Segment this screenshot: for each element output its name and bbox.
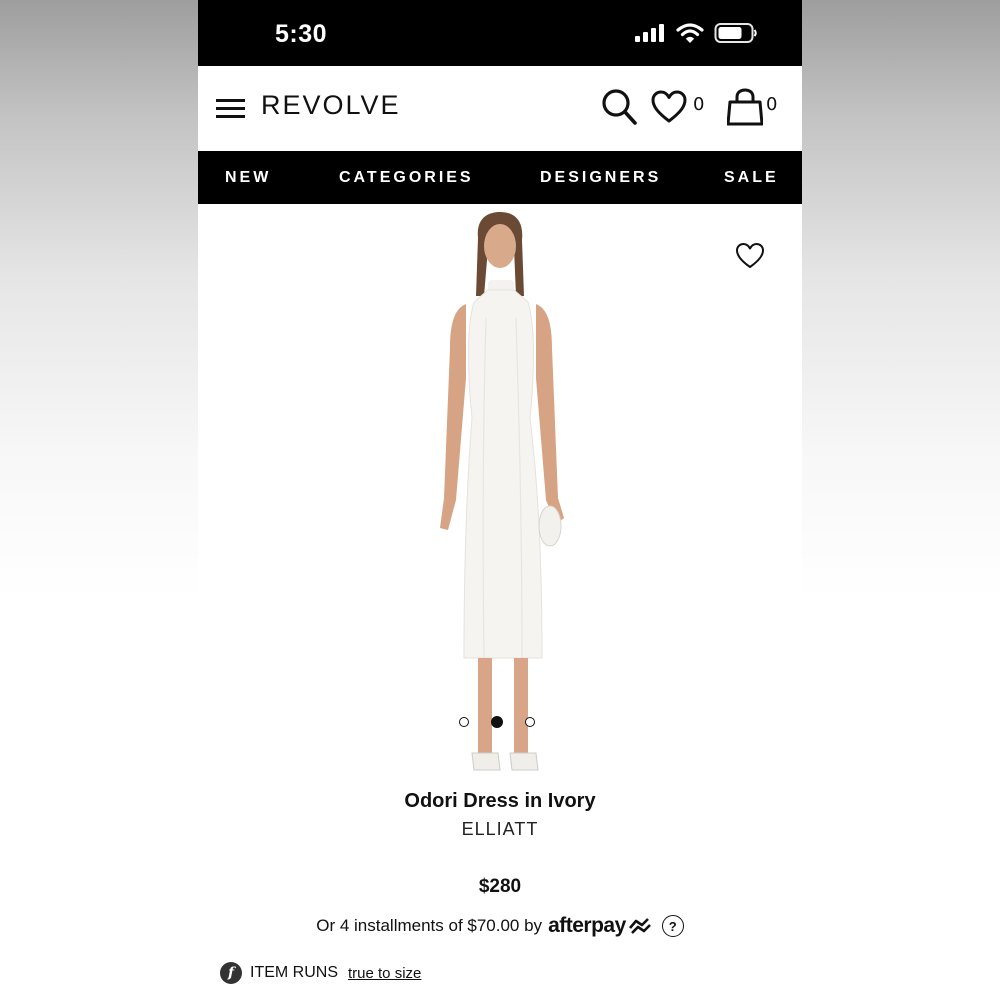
background-blur-right (802, 0, 1000, 1000)
phone-screen: 5:30 REVOLVE 0 0 NEW CATEGORIES DESIGNER… (198, 0, 802, 1000)
signal-icon (635, 24, 664, 42)
fit-value-link[interactable]: true to size (348, 965, 421, 982)
shopping-bag-icon[interactable] (727, 88, 763, 126)
wishlist-count: 0 (693, 94, 705, 115)
carousel-dot-2-active[interactable] (491, 716, 503, 728)
search-icon[interactable] (601, 88, 637, 128)
status-time: 5:30 (275, 20, 328, 48)
bag-count: 0 (766, 94, 778, 115)
battery-icon (714, 23, 757, 43)
favorite-heart-icon[interactable] (735, 242, 765, 270)
nav-item-sale[interactable]: SALE (724, 169, 779, 187)
site-header: REVOLVE 0 0 (198, 66, 802, 150)
installments-row: Or 4 installments of $70.00 by afterpay … (198, 914, 802, 938)
carousel-dot-3[interactable] (525, 717, 535, 727)
nav-item-categories[interactable]: CATEGORIES (339, 169, 474, 187)
wishlist-heart-icon[interactable] (651, 90, 687, 124)
menu-icon[interactable] (216, 98, 245, 120)
afterpay-logo: afterpay (548, 914, 652, 938)
product-photo (440, 212, 564, 771)
fit-label: ITEM RUNS (250, 964, 338, 981)
site-logo[interactable]: REVOLVE (261, 90, 401, 121)
product-image-carousel[interactable] (198, 204, 802, 779)
status-bar: 5:30 (198, 0, 802, 66)
carousel-dots (459, 716, 535, 728)
help-icon[interactable]: ? (661, 915, 684, 937)
afterpay-logo-text: afterpay (548, 914, 626, 937)
fit-predictor-icon: f (220, 962, 242, 984)
nav-item-new[interactable]: NEW (225, 169, 271, 187)
wifi-icon (676, 23, 704, 43)
installments-text: Or 4 installments of $70.00 by (316, 916, 543, 935)
status-icons (634, 22, 758, 44)
fit-info-row: f ITEM RUNS true to size (220, 962, 421, 984)
afterpay-arrows-icon (628, 918, 651, 934)
nav-item-designers[interactable]: DESIGNERS (540, 169, 661, 187)
product-brand[interactable]: ELLIATT (198, 819, 802, 840)
background-blur-left (0, 0, 198, 1000)
carousel-dot-1[interactable] (459, 717, 469, 727)
product-price: $280 (478, 876, 522, 897)
main-nav: NEW CATEGORIES DESIGNERS SALE (198, 151, 802, 204)
product-name: Odori Dress in Ivory (404, 790, 596, 812)
